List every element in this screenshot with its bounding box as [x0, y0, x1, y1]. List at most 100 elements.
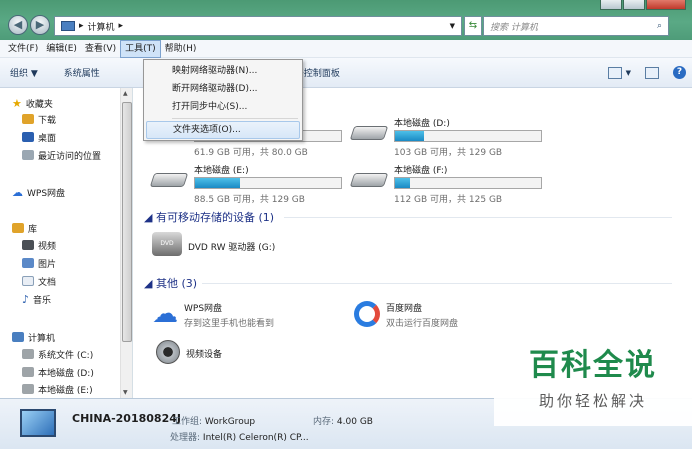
view-options-icon[interactable]: [607, 66, 622, 79]
drive-name: 本地磁盘 (E:): [194, 166, 249, 176]
forward-button[interactable]: ▶: [30, 15, 50, 35]
video-icon: [22, 240, 34, 250]
drive-e-tile[interactable]: 本地磁盘 (E:) 88.5 GB 可用，共 129 GB: [149, 163, 352, 205]
baidu-cloud-subtitle: 双击运行百度网盘: [386, 319, 459, 329]
system-properties-button[interactable]: 系统属性: [64, 66, 100, 79]
hard-drive-icon: [349, 126, 389, 140]
maximize-button[interactable]: [623, 0, 645, 10]
group-header-removable[interactable]: ◢ 有可移动存储的设备 (1): [144, 209, 274, 225]
wps-cloud-subtitle: 存到这里手机也能看到: [184, 319, 275, 329]
drive-size: 112 GB 可用，共 125 GB: [394, 195, 503, 205]
menu-tools[interactable]: 工具(T): [120, 39, 161, 58]
sidebar-item-pictures[interactable]: 图片: [22, 256, 56, 270]
sidebar-item-label: 下载: [38, 115, 57, 126]
dvd-drive-item[interactable]: DVD DVD RW 驱动器 (G:): [152, 232, 275, 256]
computer-icon: [20, 409, 56, 437]
hard-drive-icon: [349, 173, 389, 187]
history-dropdown-icon[interactable]: ▼: [450, 22, 455, 30]
baidu-cloud-title: 百度网盘: [386, 304, 423, 314]
sidebar-item-drive-e[interactable]: 本地磁盘 (E:): [22, 382, 93, 396]
sidebar-item-documents[interactable]: 文档: [22, 274, 56, 288]
scroll-down-icon[interactable]: ▼: [123, 389, 128, 396]
workgroup-value: WorkGroup: [204, 417, 256, 427]
menu-help[interactable]: 帮助(H): [161, 40, 201, 58]
search-placeholder: 搜索 计算机: [490, 22, 538, 33]
folder-options-item[interactable]: 文件夹选项(O)...: [146, 121, 300, 139]
wps-cloud-item[interactable]: ☁ WPS网盘 存到这里手机也能看到: [152, 301, 274, 329]
desktop-icon: [22, 132, 34, 142]
drive-name: 本地磁盘 (D:): [394, 119, 450, 129]
group-title: 其他 (3): [155, 277, 198, 290]
refresh-button[interactable]: ⇆: [464, 16, 482, 36]
sidebar-item-label: 计算机: [28, 333, 56, 344]
recent-places-icon: [22, 150, 34, 160]
sidebar-item-downloads[interactable]: 下载: [22, 112, 56, 126]
drive-size: 61.9 GB 可用，共 80.0 GB: [194, 148, 308, 158]
drive-usage-bar: [394, 130, 542, 142]
baidu-cloud-item[interactable]: 百度网盘 双击运行百度网盘: [354, 301, 458, 329]
sidebar-item-label: 桌面: [38, 133, 57, 144]
menu-edit[interactable]: 编辑(E): [42, 40, 81, 58]
sidebar-item-music[interactable]: ♪ 音乐: [22, 292, 51, 306]
disconnect-network-drive-item[interactable]: 断开网络驱动器(D)...: [146, 80, 300, 98]
group-header-other[interactable]: ◢ 其他 (3): [144, 275, 197, 291]
sidebar-item-drive-c[interactable]: 系统文件 (C:): [22, 347, 93, 361]
computer-name: CHINA-20180824J: [72, 412, 181, 425]
sidebar-item-favorites[interactable]: ★ 收藏夹: [12, 96, 53, 110]
drive-usage-bar: [394, 177, 542, 189]
tools-menu: 映射网络驱动器(N)... 断开网络驱动器(D)... 打开同步中心(S)...…: [143, 59, 303, 141]
computer-icon: [61, 21, 75, 31]
preview-pane-icon[interactable]: [645, 66, 659, 79]
sidebar-item-label: WPS网盘: [27, 188, 66, 199]
window-controls: [600, 0, 686, 10]
sidebar-item-label: 收藏夹: [25, 99, 53, 110]
search-input[interactable]: 搜索 计算机 ⌕: [483, 16, 669, 36]
downloads-icon: [22, 114, 34, 124]
chevron-right-icon: ▸: [79, 21, 84, 31]
baidu-cloud-icon: [354, 301, 380, 327]
sidebar-item-videos[interactable]: 视频: [22, 238, 56, 252]
open-sync-center-item[interactable]: 打开同步中心(S)...: [146, 98, 300, 116]
back-button[interactable]: ◀: [8, 15, 28, 35]
chevron-down-icon[interactable]: ▼: [626, 69, 631, 77]
sidebar-item-label: 音乐: [33, 295, 52, 306]
dvd-drive-label: DVD RW 驱动器 (G:): [188, 243, 276, 253]
group-title: 有可移动存储的设备 (1): [155, 211, 275, 224]
watermark: 百科全说 助你轻松解决: [494, 340, 692, 426]
sidebar-item-computer[interactable]: 计算机: [12, 330, 55, 344]
sidebar-item-drive-d[interactable]: 本地磁盘 (D:): [22, 365, 94, 379]
sidebar-scrollbar[interactable]: ▲ ▼: [120, 88, 132, 398]
memory-value: 4.00 GB: [336, 417, 373, 427]
sidebar-item-desktop[interactable]: 桌面: [22, 130, 56, 144]
sidebar-item-libraries[interactable]: 库: [12, 221, 37, 235]
menu-view[interactable]: 查看(V): [81, 40, 120, 58]
organize-button[interactable]: 组织 ▼: [10, 66, 38, 79]
drive-icon: [22, 367, 34, 377]
sidebar-item-wps[interactable]: ☁ WPS网盘: [12, 185, 65, 199]
processor-value: Intel(R) Celeron(R) CP...: [202, 433, 309, 443]
video-device-item[interactable]: 视频设备: [156, 340, 222, 364]
help-icon[interactable]: ?: [673, 66, 686, 79]
drive-icon: [22, 349, 34, 359]
sidebar-item-label: 文档: [38, 277, 57, 288]
chevron-right-icon: ▸: [118, 21, 124, 31]
hard-drive-icon: [149, 173, 189, 187]
sidebar-item-label: 本地磁盘 (E:): [38, 385, 93, 396]
breadcrumb-computer[interactable]: 计算机: [88, 20, 115, 33]
map-network-drive-item[interactable]: 映射网络驱动器(N)...: [146, 62, 300, 80]
drive-size: 88.5 GB 可用，共 129 GB: [194, 195, 305, 205]
wps-cloud-title: WPS网盘: [184, 304, 223, 314]
close-button[interactable]: [646, 0, 686, 10]
drive-f-tile[interactable]: 本地磁盘 (F:) 112 GB 可用，共 125 GB: [349, 163, 552, 205]
sidebar-item-recent[interactable]: 最近访问的位置: [22, 148, 101, 162]
menu-file[interactable]: 文件(F): [4, 40, 42, 58]
scrollbar-thumb[interactable]: [122, 102, 132, 342]
dvd-icon: DVD: [152, 232, 182, 256]
sidebar-item-label: 本地磁盘 (D:): [38, 368, 94, 379]
workgroup-field: 工作组: WorkGroup: [172, 414, 255, 427]
minimize-button[interactable]: [600, 0, 622, 10]
drive-d-tile[interactable]: 本地磁盘 (D:) 103 GB 可用，共 129 GB: [349, 116, 552, 158]
search-icon[interactable]: ⌕: [657, 21, 662, 31]
address-bar[interactable]: ▸ 计算机 ▸ ▼: [54, 16, 462, 36]
scroll-up-icon[interactable]: ▲: [123, 90, 128, 97]
